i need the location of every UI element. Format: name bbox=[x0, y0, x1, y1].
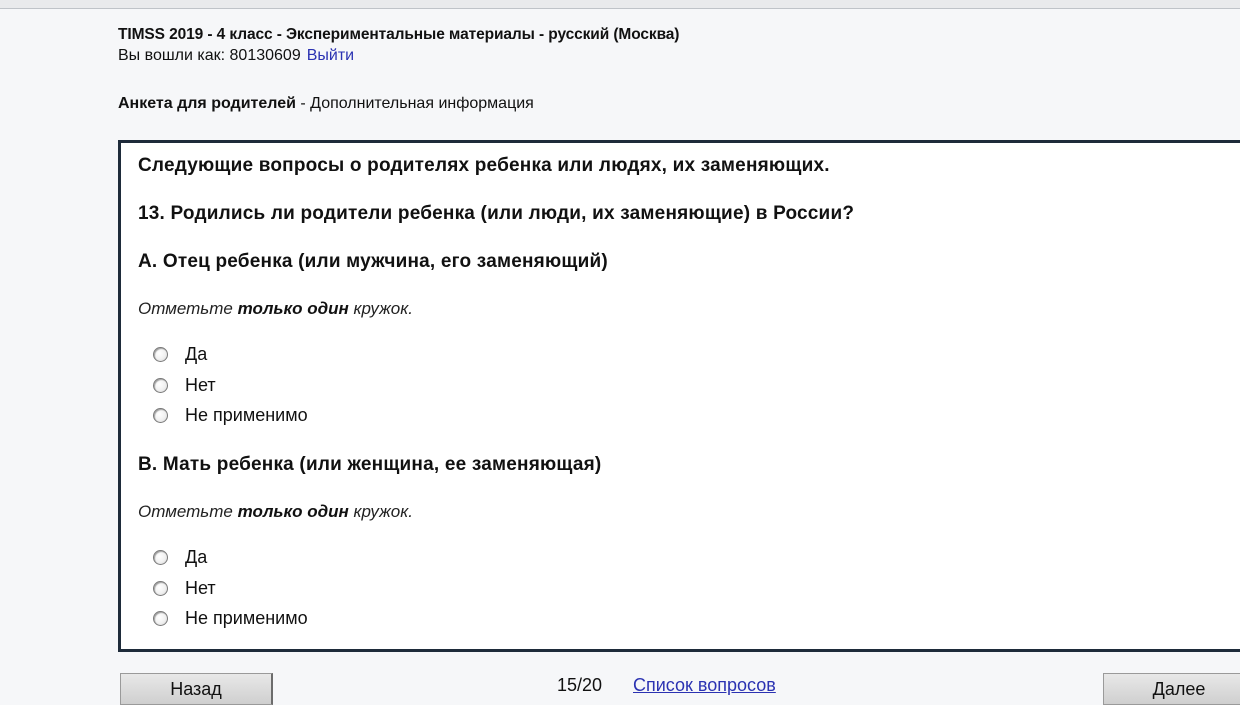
app-title: TIMSS 2019 - 4 класс - Экспериментальные… bbox=[118, 26, 680, 43]
radio-button[interactable] bbox=[153, 580, 168, 596]
part-b-option-not-applicable[interactable]: Не применимо bbox=[153, 605, 308, 631]
radio-button[interactable] bbox=[153, 610, 168, 626]
question-intro: Следующие вопросы о родителях ребенка ил… bbox=[138, 155, 830, 176]
option-label: Да bbox=[185, 344, 208, 364]
part-b-option-no[interactable]: Нет bbox=[153, 575, 216, 601]
radio-button[interactable] bbox=[153, 407, 168, 423]
option-label: Не применимо bbox=[185, 608, 308, 628]
radio-button[interactable] bbox=[153, 346, 168, 362]
navigation-bar: Назад 15/20 Список вопросов Далее bbox=[0, 660, 1240, 705]
logged-in-as-text: Вы вошли как: 80130609 bbox=[118, 47, 301, 64]
back-button[interactable]: Назад bbox=[120, 673, 273, 705]
logout-link[interactable]: Выйти bbox=[307, 47, 354, 64]
part-b-option-yes[interactable]: Да bbox=[153, 544, 207, 570]
page-header: TIMSS 2019 - 4 класс - Экспериментальные… bbox=[118, 25, 1218, 67]
page-counter: 15/20 bbox=[557, 675, 603, 695]
option-label: Не применимо bbox=[185, 405, 308, 425]
instruction-post: кружок. bbox=[348, 299, 414, 318]
instruction-pre: Отметьте bbox=[138, 299, 238, 318]
part-a-option-yes[interactable]: Да bbox=[153, 341, 207, 367]
option-label: Нет bbox=[185, 578, 216, 598]
radio-button[interactable] bbox=[153, 377, 168, 393]
part-a-option-no[interactable]: Нет bbox=[153, 372, 216, 398]
instruction-bold: только один bbox=[237, 502, 349, 521]
question-13-text: 13. Родились ли родители ребенка (или лю… bbox=[138, 203, 855, 224]
radio-button[interactable] bbox=[153, 549, 168, 565]
part-b-instruction: Отметьте только один кружок. bbox=[138, 501, 413, 523]
instruction-bold: только один bbox=[237, 299, 349, 318]
section-subtitle: Дополнительная информация bbox=[310, 95, 534, 112]
part-a-option-not-applicable[interactable]: Не применимо bbox=[153, 402, 308, 428]
question-list-link[interactable]: Список вопросов bbox=[633, 674, 776, 696]
instruction-pre: Отметьте bbox=[138, 502, 238, 521]
part-a-instruction: Отметьте только один кружок. bbox=[138, 298, 413, 320]
part-b-label: B. Мать ребенка (или женщина, ее заменяю… bbox=[138, 454, 602, 475]
part-a-label: A. Отец ребенка (или мужчина, его заменя… bbox=[138, 251, 608, 272]
section-separator: - bbox=[295, 95, 311, 112]
login-info: Вы вошли как: 80130609 Выйти bbox=[118, 45, 1218, 67]
section-name: Анкета для родителей bbox=[118, 95, 296, 112]
question-panel: Следующие вопросы о родителях ребенка ил… bbox=[118, 140, 1240, 652]
questionnaire-page: TIMSS 2019 - 4 класс - Экспериментальные… bbox=[0, 0, 1240, 705]
option-label: Нет bbox=[185, 375, 216, 395]
instruction-post: кружок. bbox=[348, 502, 414, 521]
option-label: Да bbox=[185, 547, 208, 567]
section-title: Анкета для родителей - Дополнительная ин… bbox=[118, 93, 534, 115]
next-button[interactable]: Далее bbox=[1103, 673, 1240, 705]
